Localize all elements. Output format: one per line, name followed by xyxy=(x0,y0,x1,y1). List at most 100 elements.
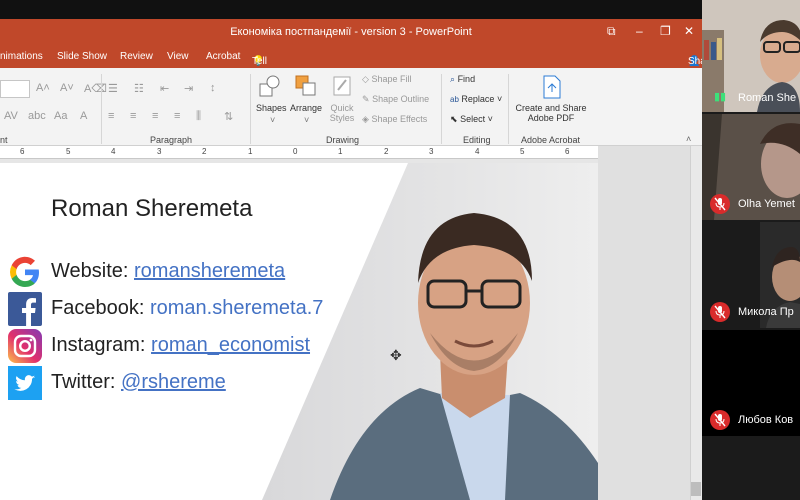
shape-effects-label: Shape Effects xyxy=(371,114,428,124)
select-label: Select xyxy=(460,114,486,124)
columns-icon[interactable]: ⫼ xyxy=(196,110,201,123)
create-share-pdf-button[interactable]: Create and Share Adobe PDF xyxy=(512,103,590,123)
replace-button[interactable]: ab Replace ˅ xyxy=(450,94,502,104)
quick-styles-button[interactable]: Quick Styles xyxy=(326,103,358,123)
tab-acrobat[interactable]: Acrobat xyxy=(206,51,240,62)
google-icon xyxy=(8,255,42,289)
font-color-icon[interactable]: A xyxy=(80,110,87,122)
bullets-icon[interactable]: ☰ xyxy=(108,82,118,95)
horizontal-ruler: 6 5 4 3 2 1 0 1 2 3 4 5 6 xyxy=(0,146,598,159)
ruler-tick: 6 xyxy=(565,147,570,156)
char-spacing-icon[interactable]: AV xyxy=(4,110,18,122)
minimize-icon[interactable]: – xyxy=(636,24,643,38)
instagram-label: Instagram: xyxy=(51,334,152,356)
separator xyxy=(441,74,442,144)
shape-outline-button[interactable]: ✎ Shape Outline xyxy=(362,94,429,105)
participant-tile[interactable]: ▮▮ Roman She xyxy=(702,0,800,112)
move-cursor-icon: ✥ xyxy=(390,347,402,363)
share-button[interactable]: 👤 Share xyxy=(682,48,702,67)
top-strip xyxy=(0,0,702,19)
muted-mic-icon xyxy=(710,194,730,214)
search-icon: ⌕ xyxy=(450,74,456,84)
tab-animations[interactable]: nimations xyxy=(0,51,43,62)
twitter-link[interactable]: @rshereme xyxy=(121,371,226,393)
justify-icon[interactable]: ≡ xyxy=(174,110,180,122)
slide[interactable]: Roman Sheremeta Website: romansheremeta … xyxy=(0,163,598,500)
drawing-group-label: Drawing xyxy=(326,135,360,145)
align-center-icon[interactable]: ≡ xyxy=(130,110,136,122)
adobe-pdf-icon xyxy=(540,74,564,100)
replace-icon: ab xyxy=(450,95,459,104)
editing-group-label: Editing xyxy=(463,135,491,145)
increase-indent-icon[interactable]: ⇥ xyxy=(184,82,193,95)
instagram-row: Instagram: roman_economist xyxy=(8,329,408,363)
ruler-tick: 4 xyxy=(475,147,480,156)
participant-name: Микола Пр xyxy=(738,306,794,318)
website-row: Website: romansheremeta xyxy=(8,255,408,289)
restore-icon[interactable]: ❐ xyxy=(660,24,671,38)
decrease-indent-icon[interactable]: ⇤ xyxy=(160,82,169,95)
participant-name: Любов Ков xyxy=(738,414,794,426)
separator xyxy=(508,74,509,144)
facebook-link[interactable]: roman.sheremeta.7 xyxy=(150,297,323,319)
scrollbar-thumb[interactable] xyxy=(691,482,701,496)
ruler-tick: 4 xyxy=(111,147,116,156)
select-button[interactable]: ⬉ Select ˅ xyxy=(450,114,493,125)
change-case-icon[interactable]: Aa xyxy=(54,110,67,122)
line-spacing-icon[interactable]: ↕ xyxy=(210,82,216,94)
participant-name: Olha Yemet xyxy=(738,198,795,210)
muted-mic-icon xyxy=(710,410,730,430)
clear-format-icon[interactable]: A⌫ xyxy=(84,82,107,95)
cursor-icon: ⬉ xyxy=(450,114,458,124)
shape-outline-label: Shape Outline xyxy=(372,94,430,104)
tab-review[interactable]: Review xyxy=(120,51,153,62)
ruler-tick: 0 xyxy=(293,147,298,156)
tab-view[interactable]: View xyxy=(167,51,189,62)
shape-fill-button[interactable]: ◇ Shape Fill xyxy=(362,74,411,85)
effects-icon: ◈ xyxy=(362,114,369,124)
website-link[interactable]: romansheremeta xyxy=(134,260,285,282)
twitter-row: Twitter: @rshereme xyxy=(8,366,408,400)
participant-tile[interactable]: Любов Ков xyxy=(702,330,800,436)
shapes-icon xyxy=(258,74,282,98)
grow-font-icon[interactable]: A˄ xyxy=(36,82,50,94)
shape-effects-button[interactable]: ◈ Shape Effects xyxy=(362,114,427,125)
acrobat-group-label: Adobe Acrobat xyxy=(521,135,581,145)
arrange-button[interactable]: Arrange xyxy=(290,103,322,113)
chevron-down-icon: ˅ xyxy=(270,115,276,125)
ruler-tick: 2 xyxy=(384,147,389,156)
shrink-font-icon[interactable]: A˅ xyxy=(60,82,74,94)
find-label: Find xyxy=(457,74,476,84)
arrange-icon xyxy=(294,74,318,98)
vertical-scrollbar[interactable] xyxy=(690,146,702,500)
participant-tile[interactable]: Микола Пр xyxy=(702,222,800,328)
text-direction-icon[interactable]: ⇅ xyxy=(224,110,233,123)
shapes-button[interactable]: Shapes xyxy=(256,103,287,113)
align-left-icon[interactable]: ≡ xyxy=(108,110,114,122)
slide-pane-background xyxy=(598,146,702,500)
strike-icon[interactable]: abc xyxy=(28,110,46,122)
separator xyxy=(250,74,251,144)
chevron-down-icon: ˅ xyxy=(304,115,310,125)
slide-title[interactable]: Roman Sheremeta xyxy=(51,195,252,223)
find-button[interactable]: ⌕ Find xyxy=(450,74,475,85)
participant-tile[interactable]: Olha Yemet xyxy=(702,114,800,220)
ribbon-display-icon[interactable]: ⧉ xyxy=(607,24,616,39)
ruler-tick: 3 xyxy=(157,147,162,156)
instagram-link[interactable]: roman_economist xyxy=(151,334,310,356)
window-title: Економіка постпандемії - version 3 - Pow… xyxy=(230,26,472,38)
replace-label: Replace xyxy=(461,94,495,104)
close-icon[interactable]: ✕ xyxy=(684,24,694,38)
numbering-icon[interactable]: ☷ xyxy=(134,82,144,95)
twitter-icon xyxy=(8,366,42,400)
collapse-ribbon-icon[interactable]: ˄ xyxy=(686,134,691,144)
shape-fill-label: Shape Fill xyxy=(371,74,412,84)
powerpoint-window: Економіка постпандемії - version 3 - Pow… xyxy=(0,0,702,500)
tab-slide-show[interactable]: Slide Show xyxy=(57,51,107,62)
twitter-label: Twitter: xyxy=(51,371,122,393)
font-size-box[interactable] xyxy=(0,80,30,98)
align-right-icon[interactable]: ≡ xyxy=(152,110,158,122)
font-group-label: nt xyxy=(0,135,8,145)
instagram-icon xyxy=(8,329,42,363)
ruler-tick: 1 xyxy=(338,147,343,156)
